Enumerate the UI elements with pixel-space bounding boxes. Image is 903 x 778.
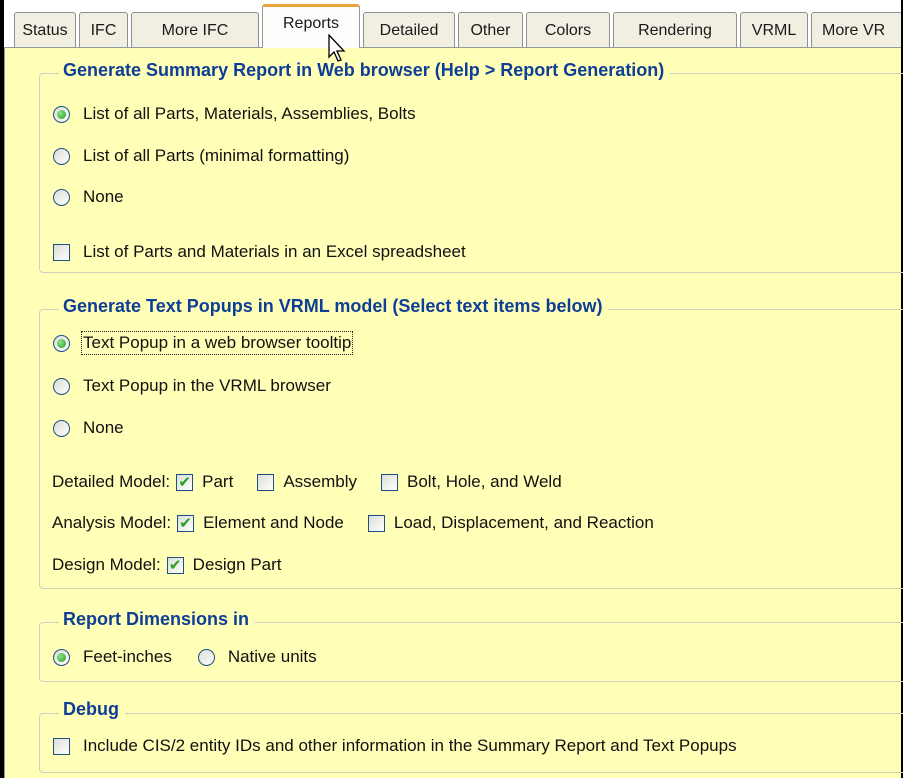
popup-option-tooltip-label: Text Popup in a web browser tooltip (80, 331, 354, 355)
popup-option-vrml[interactable]: Text Popup in the VRML browser (53, 373, 331, 399)
summary-option-parts[interactable]: List of all Parts (minimal formatting) (53, 143, 349, 169)
detailed-bolt-label: Bolt, Hole, and Weld (407, 472, 562, 491)
debug-label: Include CIS/2 entity IDs and other infor… (83, 736, 737, 755)
summary-option-parts-label: List of all Parts (minimal formatting) (83, 146, 350, 165)
analysis-model-row: Analysis Model: ✔ Element and Node Load,… (52, 510, 654, 536)
design-part-checkbox[interactable]: ✔ (166, 556, 184, 574)
dimensions-native-units-radio[interactable] (197, 648, 215, 666)
detailed-assembly-label: Assembly (283, 472, 357, 491)
analysis-load-checkbox[interactable] (367, 514, 385, 532)
summary-option-parts-radio[interactable] (53, 147, 70, 165)
summary-option-all[interactable]: List of all Parts, Materials, Assemblies… (53, 101, 416, 127)
tab-strip: Status IFC More IFC Reports Detailed Oth… (4, 0, 901, 48)
summary-option-none-radio[interactable] (53, 188, 70, 206)
tab-vrml[interactable]: VRML (740, 12, 808, 48)
popup-option-vrml-radio[interactable] (53, 377, 70, 395)
analysis-model-caption: Analysis Model: (52, 513, 172, 532)
reports-panel: Generate Summary Report in Web browser (… (4, 48, 903, 778)
popup-option-none-radio[interactable] (53, 419, 70, 437)
report-dimensions-title: Report Dimensions in (59, 609, 256, 630)
tab-more-vrml[interactable]: More VR (811, 12, 901, 48)
dimensions-feet-inches-radio[interactable] (53, 648, 70, 666)
detailed-bolt-checkbox[interactable] (381, 473, 398, 491)
detailed-model-caption: Detailed Model: (52, 472, 171, 491)
tab-colors[interactable]: Colors (526, 12, 610, 48)
summary-option-all-label: List of all Parts, Materials, Assemblies… (83, 104, 416, 123)
dimensions-feet-inches-label: Feet-inches (83, 647, 172, 666)
excel-spreadsheet-label: List of Parts and Materials in an Excel … (83, 242, 466, 261)
tab-rendering[interactable]: Rendering (613, 12, 737, 48)
mouse-cursor-icon (328, 34, 346, 62)
analysis-element-checkbox[interactable]: ✔ (177, 514, 195, 532)
detailed-part-checkbox[interactable]: ✔ (176, 473, 194, 491)
excel-spreadsheet-option[interactable]: List of Parts and Materials in an Excel … (53, 239, 466, 265)
analysis-load-label: Load, Displacement, and Reaction (393, 513, 654, 532)
detailed-part-label: Part (202, 472, 234, 491)
debug-title: Debug (59, 699, 125, 720)
popup-option-vrml-label: Text Popup in the VRML browser (83, 376, 331, 395)
text-popups-title: Generate Text Popups in VRML model (Sele… (59, 296, 609, 317)
tab-other[interactable]: Other (458, 12, 523, 48)
popup-option-none[interactable]: None (53, 415, 124, 441)
design-part-label: Design Part (192, 555, 282, 574)
tab-detailed[interactable]: Detailed (363, 12, 455, 48)
tab-ifc[interactable]: IFC (79, 12, 128, 48)
analysis-element-label: Element and Node (203, 513, 344, 532)
tab-more-ifc[interactable]: More IFC (131, 12, 259, 48)
dimensions-options-row: Feet-inches Native units (53, 644, 317, 670)
design-model-row: Design Model: ✔ Design Part (52, 552, 282, 578)
summary-report-title: Generate Summary Report in Web browser (… (59, 60, 671, 81)
design-model-caption: Design Model: (52, 555, 161, 574)
debug-checkbox[interactable] (53, 737, 70, 755)
popup-option-none-label: None (83, 418, 124, 437)
debug-option[interactable]: Include CIS/2 entity IDs and other infor… (53, 733, 737, 759)
excel-spreadsheet-checkbox[interactable] (53, 243, 70, 261)
summary-option-none-label: None (83, 187, 124, 206)
popup-option-tooltip-radio[interactable] (53, 334, 70, 352)
tab-status[interactable]: Status (14, 12, 76, 48)
detailed-model-row: Detailed Model: ✔ Part Assembly Bolt, Ho… (52, 469, 562, 495)
summary-option-none[interactable]: None (53, 184, 124, 210)
popup-option-tooltip[interactable]: Text Popup in a web browser tooltip (53, 330, 354, 356)
detailed-assembly-checkbox[interactable] (257, 473, 275, 491)
dimensions-native-units-label: Native units (227, 647, 317, 666)
summary-option-all-radio[interactable] (53, 105, 70, 123)
